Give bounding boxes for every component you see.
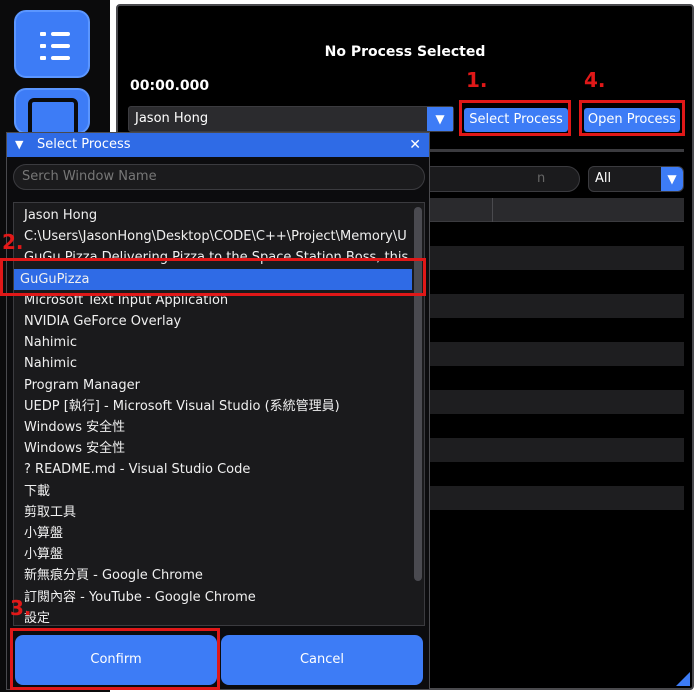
list-item[interactable]: ? README.md - Visual Studio Code (18, 459, 408, 480)
list-item[interactable]: Nahimic (18, 332, 408, 353)
table-row (418, 246, 684, 270)
list-item[interactable]: Jason Hong (18, 205, 408, 226)
table-row (418, 438, 684, 462)
page-title: No Process Selected (324, 44, 486, 60)
table-row (418, 294, 684, 318)
process-list-button[interactable] (14, 10, 90, 78)
process-combo[interactable]: Jason Hong ▼ (128, 106, 454, 132)
annotation-box-select (459, 100, 571, 136)
annotation-box-confirm (10, 628, 220, 690)
window-view-button[interactable] (14, 88, 90, 138)
resize-grip-icon[interactable] (676, 672, 690, 686)
annotation-step-3: 3. (10, 596, 32, 620)
collapse-triangle-icon[interactable]: ▼ (15, 133, 23, 157)
filter-combo-value: All (595, 171, 612, 186)
dropdown-arrow-icon[interactable]: ▼ (661, 167, 683, 191)
list-item[interactable]: 下載 (18, 481, 408, 502)
table-row (418, 342, 684, 366)
filter-combo[interactable]: All ▼ (588, 166, 684, 192)
dialog-title-bar[interactable]: ▼ Select Process ✕ (7, 133, 429, 157)
table-row (418, 486, 684, 510)
annotation-box-item (0, 258, 426, 296)
list-item[interactable]: Nahimic (18, 353, 408, 374)
table-row (418, 390, 684, 414)
background-search-text: n (537, 171, 546, 186)
list-item[interactable]: 新無痕分頁 - Google Chrome (18, 565, 408, 586)
dropdown-arrow-icon[interactable]: ▼ (427, 107, 453, 131)
list-item[interactable]: Windows 安全性 (18, 417, 408, 438)
close-icon[interactable]: ✕ (409, 133, 421, 157)
list-item[interactable]: C:\Users\JasonHong\Desktop\CODE\C++\Proj… (18, 226, 408, 247)
annotation-box-open (579, 100, 685, 136)
timer-readout: 00:00.000 (130, 78, 210, 94)
list-item[interactable]: 設定 (18, 608, 408, 625)
list-item[interactable]: 訂閱內容 - YouTube - Google Chrome (18, 587, 408, 608)
annotation-step-1: 1. (466, 68, 488, 92)
table-header (418, 198, 684, 222)
cancel-button[interactable]: Cancel (221, 635, 423, 685)
list-item[interactable]: 小算盤 (18, 523, 408, 544)
list-item[interactable]: Windows 安全性 (18, 438, 408, 459)
checklist-icon (40, 30, 70, 62)
list-item[interactable]: UEDP [執行] - Microsoft Visual Studio (系統管… (18, 396, 408, 417)
memory-table (418, 198, 684, 532)
dialog-title: Select Process (37, 137, 131, 152)
list-item[interactable]: NVIDIA GeForce Overlay (18, 311, 408, 332)
list-item[interactable]: Program Manager (18, 375, 408, 396)
window-search-placeholder: Serch Window Name (22, 169, 157, 184)
process-combo-value: Jason Hong (135, 111, 209, 126)
list-item[interactable]: 小算盤 (18, 544, 408, 565)
select-process-dialog: ▼ Select Process ✕ Serch Window Name Jas… (6, 132, 430, 690)
annotation-step-2: 2. (2, 230, 24, 254)
annotation-step-4: 4. (584, 68, 606, 92)
window-search-input[interactable]: Serch Window Name (13, 164, 425, 190)
background-search-input[interactable]: n (418, 166, 580, 192)
list-item[interactable]: 剪取工具 (18, 502, 408, 523)
